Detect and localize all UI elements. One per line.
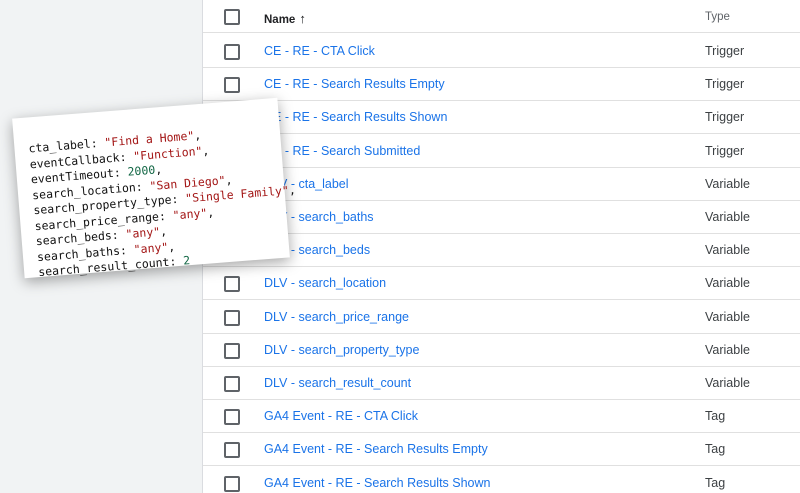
code-block: cta_label: "Find a Home", eventCallback: …: [28, 121, 301, 281]
code-value: "any": [133, 239, 169, 257]
row-type: Trigger: [705, 77, 745, 92]
row-checkbox[interactable]: [224, 475, 240, 492]
row-checkbox[interactable]: [224, 376, 240, 392]
row-name-link[interactable]: DLV - search_property_type: [264, 343, 419, 357]
row-type: Trigger: [705, 44, 745, 58]
table-row: GA4 Event - RE - CTA Click Tag: [203, 400, 800, 434]
row-type: Tag: [705, 475, 726, 490]
code-value: "any": [125, 224, 161, 242]
row-type: Variable: [705, 276, 750, 291]
row-checkbox[interactable]: [224, 77, 240, 94]
table-row: DLV - search_location Variable: [203, 267, 800, 301]
row-checkbox[interactable]: [224, 342, 240, 359]
table-row: GA4 Event - RE - Search Results Shown Tag: [203, 467, 800, 493]
code-punctuation: ,: [167, 238, 176, 254]
row-checkbox[interactable]: [224, 409, 240, 426]
code-punctuation: ,: [288, 182, 297, 198]
code-value: "any": [172, 205, 208, 222]
table-row: CE - RE - CTA Click Trigger: [203, 35, 800, 68]
code-value: 2000: [127, 162, 156, 179]
row-type: Trigger: [705, 110, 745, 125]
code-punctuation: ,: [159, 223, 168, 239]
code-punctuation: ,: [224, 172, 233, 187]
row-type: Tag: [705, 409, 726, 424]
code-punctuation: ,: [201, 142, 210, 158]
row-name-link[interactable]: DLV - search_result_count: [264, 376, 411, 390]
row-type: Trigger: [705, 143, 745, 158]
row-name-link[interactable]: DLV - search_location: [264, 276, 386, 290]
code-punctuation: ,: [206, 204, 215, 220]
name-column-header[interactable]: Name ↑: [264, 11, 306, 26]
row-name-link[interactable]: CE - RE - Search Results Shown: [264, 110, 447, 124]
row-name-link[interactable]: CE - RE - Search Results Empty: [264, 77, 445, 91]
row-type: Variable: [705, 309, 750, 324]
row-name-link[interactable]: GA4 Event - RE - Search Results Empty: [264, 442, 488, 456]
code-punctuation: ,: [154, 162, 163, 177]
type-column-header[interactable]: Type: [705, 11, 730, 23]
row-type: Variable: [705, 376, 750, 390]
table-row: DLV - search_property_type Variable: [203, 334, 800, 367]
row-type: Variable: [705, 210, 750, 224]
datalayer-code-snippet: cta_label: "Find a Home", eventCallback: …: [12, 97, 296, 279]
sort-ascending-icon: ↑: [299, 11, 306, 26]
row-type: Tag: [705, 442, 726, 457]
row-checkbox[interactable]: [224, 309, 240, 326]
row-type: Variable: [705, 243, 750, 258]
row-name-link[interactable]: GA4 Event - RE - CTA Click: [264, 409, 418, 423]
code-value: 2: [182, 253, 191, 268]
row-checkbox[interactable]: [224, 276, 240, 293]
table-row: DLV - search_result_count Variable: [203, 367, 800, 400]
table-row: CE - RE - Search Results Empty Trigger: [203, 68, 800, 102]
table-row: CE - RE - Search Results Shown Trigger: [203, 101, 800, 135]
table-row: DLV - search_price_range Variable: [203, 301, 800, 334]
row-checkbox[interactable]: [224, 44, 240, 60]
name-header-label: Name: [264, 14, 296, 26]
row-name-link[interactable]: CE - RE - CTA Click: [264, 44, 375, 58]
row-name-link[interactable]: DLV - search_price_range: [264, 310, 409, 324]
row-type: Variable: [705, 176, 750, 191]
row-name-link[interactable]: GA4 Event - RE - Search Results Shown: [264, 476, 490, 490]
code-punctuation: ,: [193, 127, 202, 143]
table-header-row: Name ↑ Type: [203, 0, 800, 33]
row-type: Variable: [705, 342, 750, 357]
select-all-checkbox[interactable]: [224, 9, 240, 25]
table-row: GA4 Event - RE - Search Results Empty Tag: [203, 433, 800, 467]
row-checkbox[interactable]: [224, 442, 240, 459]
